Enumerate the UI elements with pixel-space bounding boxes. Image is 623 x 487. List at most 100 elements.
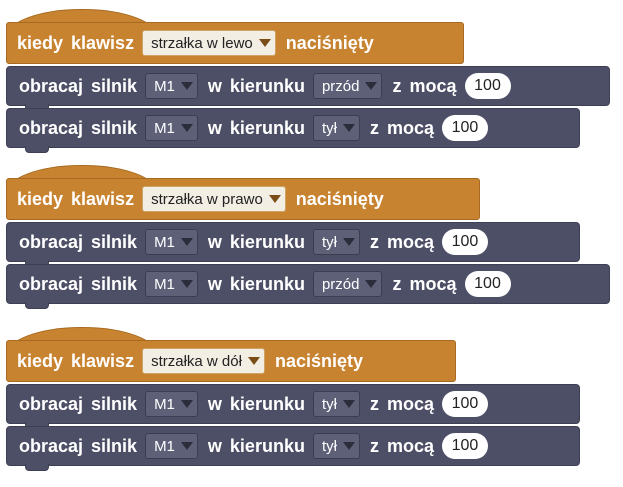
dropdown-arrow-icon bbox=[365, 82, 378, 90]
dropdown-arrow-icon bbox=[342, 124, 355, 132]
hat-pressed-label: naciśnięty bbox=[285, 32, 374, 53]
motor-label: silnik bbox=[91, 75, 138, 96]
motor-dropdown[interactable]: M1 bbox=[145, 115, 198, 141]
hat-key-label: klawisz bbox=[71, 32, 135, 53]
direction-dropdown[interactable]: tył bbox=[312, 229, 360, 255]
when-key-pressed-block[interactable]: kiedy klawisz strzałka w lewo naciśnięty bbox=[6, 9, 464, 64]
direction-label: kierunku bbox=[229, 273, 305, 294]
when-key-pressed-block[interactable]: kiedy klawisz strzałka w dół naciśnięty bbox=[6, 327, 456, 382]
motor-dropdown-value: M1 bbox=[154, 233, 175, 251]
direction-dropdown-value: tył bbox=[321, 119, 337, 137]
motor-dropdown-value: M1 bbox=[154, 77, 175, 95]
dropdown-arrow-icon bbox=[180, 442, 193, 450]
rotate-motor-block[interactable]: obracaj silnik M1 w kierunku tył z mocą … bbox=[6, 108, 580, 153]
when-key-pressed-block[interactable]: kiedy klawisz strzałka w prawo naciśnięt… bbox=[6, 165, 480, 220]
motor-label: silnik bbox=[91, 435, 138, 456]
rotate-label: obracaj bbox=[19, 75, 84, 96]
dropdown-arrow-icon bbox=[180, 124, 193, 132]
motor-dropdown-value: M1 bbox=[154, 437, 175, 455]
dropdown-arrow-icon bbox=[247, 357, 260, 365]
power-input[interactable]: 100 bbox=[441, 229, 488, 255]
script-left-arrow: kiedy klawisz strzałka w lewo naciśnięty… bbox=[6, 9, 610, 153]
direction-label: kierunku bbox=[229, 75, 305, 96]
motor-dropdown[interactable]: M1 bbox=[145, 391, 198, 417]
direction-dropdown[interactable]: tył bbox=[312, 391, 360, 417]
dropdown-arrow-icon bbox=[180, 400, 193, 408]
dropdown-arrow-icon bbox=[365, 280, 378, 288]
direction-label: kierunku bbox=[229, 393, 305, 414]
motor-dropdown-value: M1 bbox=[154, 275, 175, 293]
dropdown-arrow-icon bbox=[180, 238, 193, 246]
key-dropdown[interactable]: strzałka w lewo bbox=[142, 30, 276, 56]
dropdown-arrow-icon bbox=[342, 400, 355, 408]
motor-dropdown[interactable]: M1 bbox=[145, 271, 198, 297]
direction-label: kierunku bbox=[229, 231, 305, 252]
direction-dropdown-value: tył bbox=[321, 437, 337, 455]
direction-dropdown[interactable]: tył bbox=[312, 433, 360, 459]
dropdown-arrow-icon bbox=[180, 280, 193, 288]
motor-label: silnik bbox=[91, 231, 138, 252]
direction-dropdown[interactable]: tył bbox=[312, 115, 360, 141]
key-dropdown-value: strzałka w prawo bbox=[151, 190, 263, 208]
power-label: mocą bbox=[386, 435, 434, 456]
rotate-motor-block[interactable]: obracaj silnik M1 w kierunku przód z moc… bbox=[6, 66, 610, 111]
key-dropdown[interactable]: strzałka w dół bbox=[142, 348, 265, 374]
power-input[interactable]: 100 bbox=[441, 115, 488, 141]
key-dropdown-value: strzałka w dół bbox=[151, 352, 242, 370]
in-label: w bbox=[207, 435, 222, 456]
direction-dropdown-value: przód bbox=[321, 275, 360, 293]
power-input[interactable]: 100 bbox=[464, 73, 511, 99]
motor-dropdown-value: M1 bbox=[154, 395, 175, 413]
power-prefix-label: z bbox=[392, 273, 402, 294]
hat-key-label: klawisz bbox=[71, 188, 135, 209]
rotate-motor-block[interactable]: obracaj silnik M1 w kierunku przód z moc… bbox=[6, 264, 610, 309]
key-dropdown[interactable]: strzałka w prawo bbox=[142, 186, 286, 212]
motor-dropdown[interactable]: M1 bbox=[145, 229, 198, 255]
rotate-motor-block[interactable]: obracaj silnik M1 w kierunku tył z mocą … bbox=[6, 384, 580, 429]
direction-dropdown-value: tył bbox=[321, 233, 337, 251]
power-prefix-label: z bbox=[369, 117, 379, 138]
hat-pressed-label: naciśnięty bbox=[274, 350, 363, 371]
rotate-label: obracaj bbox=[19, 117, 84, 138]
dropdown-arrow-icon bbox=[342, 442, 355, 450]
in-label: w bbox=[207, 75, 222, 96]
direction-dropdown[interactable]: przód bbox=[312, 271, 383, 297]
dropdown-arrow-icon bbox=[258, 39, 271, 47]
power-label: mocą bbox=[409, 75, 457, 96]
hat-pressed-label: naciśnięty bbox=[295, 188, 384, 209]
in-label: w bbox=[207, 393, 222, 414]
power-label: mocą bbox=[386, 231, 434, 252]
power-input[interactable]: 100 bbox=[441, 391, 488, 417]
power-label: mocą bbox=[386, 393, 434, 414]
hat-when-label: kiedy bbox=[17, 32, 64, 53]
direction-label: kierunku bbox=[229, 117, 305, 138]
power-input[interactable]: 100 bbox=[441, 433, 488, 459]
rotate-motor-block[interactable]: obracaj silnik M1 w kierunku tył z mocą … bbox=[6, 222, 580, 267]
script-down-arrow: kiedy klawisz strzałka w dół naciśnięty … bbox=[6, 327, 580, 471]
power-prefix-label: z bbox=[392, 75, 402, 96]
dropdown-arrow-icon bbox=[342, 238, 355, 246]
direction-dropdown[interactable]: przód bbox=[312, 73, 383, 99]
motor-dropdown[interactable]: M1 bbox=[145, 433, 198, 459]
power-prefix-label: z bbox=[369, 393, 379, 414]
direction-label: kierunku bbox=[229, 435, 305, 456]
motor-dropdown[interactable]: M1 bbox=[145, 73, 198, 99]
in-label: w bbox=[207, 231, 222, 252]
power-input[interactable]: 100 bbox=[464, 271, 511, 297]
power-prefix-label: z bbox=[369, 231, 379, 252]
dropdown-arrow-icon bbox=[268, 195, 281, 203]
rotate-label: obracaj bbox=[19, 273, 84, 294]
hat-key-label: klawisz bbox=[71, 350, 135, 371]
motor-dropdown-value: M1 bbox=[154, 119, 175, 137]
script-right-arrow: kiedy klawisz strzałka w prawo naciśnięt… bbox=[6, 165, 610, 309]
dropdown-arrow-icon bbox=[180, 82, 193, 90]
direction-dropdown-value: przód bbox=[321, 77, 360, 95]
power-label: mocą bbox=[409, 273, 457, 294]
motor-label: silnik bbox=[91, 117, 138, 138]
motor-label: silnik bbox=[91, 393, 138, 414]
rotate-label: obracaj bbox=[19, 435, 84, 456]
rotate-motor-block[interactable]: obracaj silnik M1 w kierunku tył z mocą … bbox=[6, 426, 580, 471]
key-dropdown-value: strzałka w lewo bbox=[151, 34, 253, 52]
in-label: w bbox=[207, 117, 222, 138]
power-label: mocą bbox=[386, 117, 434, 138]
